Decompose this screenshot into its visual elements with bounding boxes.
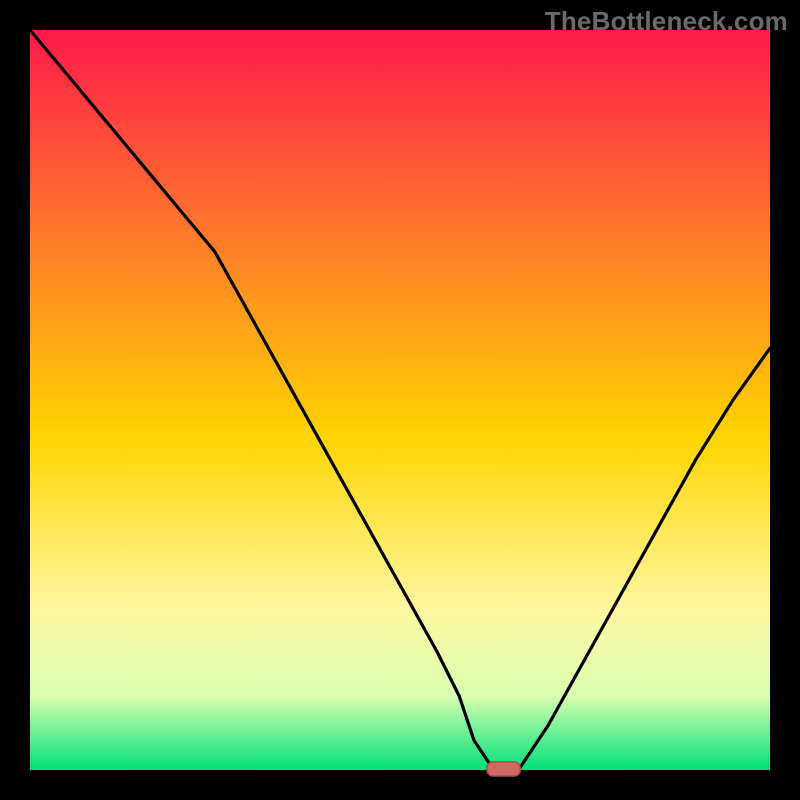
bottleneck-chart [0, 0, 800, 800]
watermark-text: TheBottleneck.com [545, 6, 788, 37]
plot-area [30, 30, 770, 770]
chart-stage: TheBottleneck.com [0, 0, 800, 800]
optimum-marker [487, 762, 520, 776]
